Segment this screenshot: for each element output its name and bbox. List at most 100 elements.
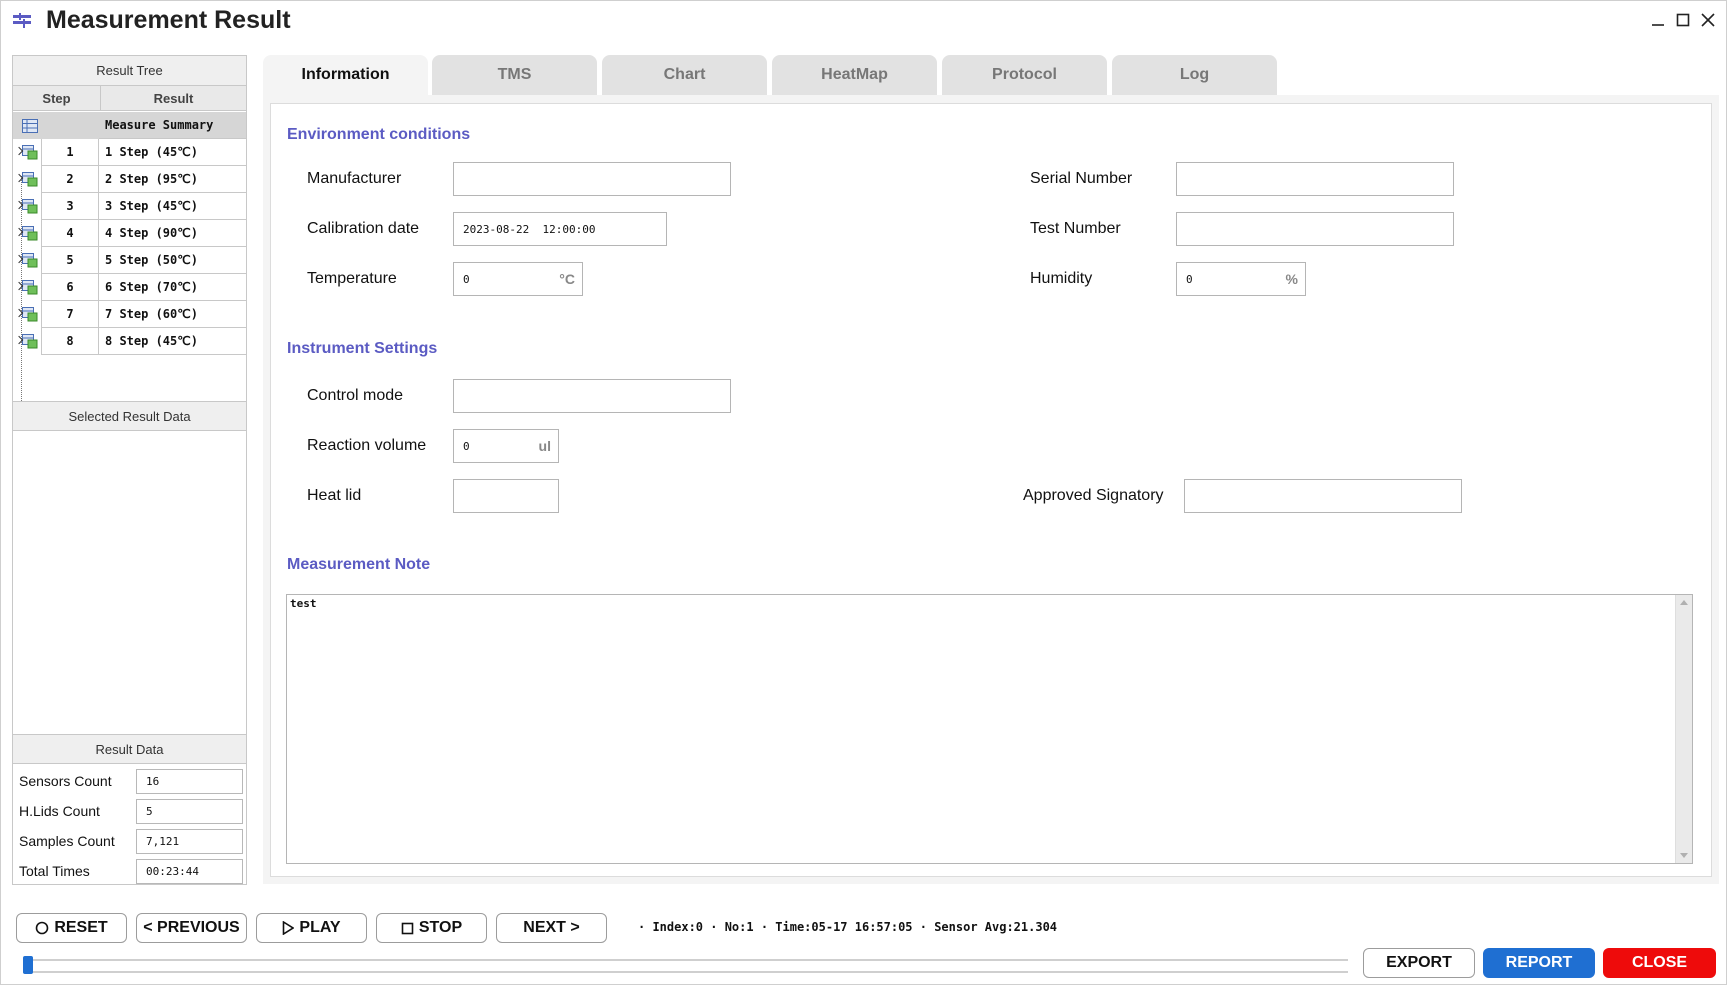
play-icon xyxy=(283,921,295,935)
step-result-icon xyxy=(19,328,41,355)
reaction-volume-label: Reaction volume xyxy=(307,437,427,454)
tab-content: Environment conditions Manufacturer Seri… xyxy=(263,95,1719,884)
tree-row[interactable]: 66 Step (70℃) xyxy=(13,274,246,301)
test-number-field[interactable] xyxy=(1176,212,1454,246)
samples-count-row: Samples Count 7,121 xyxy=(13,826,246,856)
step-column-header[interactable]: Step xyxy=(13,86,101,110)
humidity-field[interactable]: 0 % xyxy=(1176,262,1306,296)
playback-status: · Index:0 · No:1 · Time:05-17 16:57:05 ·… xyxy=(638,920,1058,934)
tab-log[interactable]: Log xyxy=(1112,55,1277,95)
approved-signatory-field[interactable] xyxy=(1184,479,1462,513)
previous-label: < PREVIOUS xyxy=(143,919,240,936)
expand-chevron-icon[interactable] xyxy=(13,274,24,301)
summary-label: Measure Summary xyxy=(99,112,246,139)
playback-slider[interactable] xyxy=(23,956,1348,974)
window-close-button[interactable] xyxy=(1697,9,1719,31)
tab-chart[interactable]: Chart xyxy=(602,55,767,95)
step-result-icon xyxy=(19,193,41,220)
selected-result-area xyxy=(13,431,246,706)
sensors-count-label: Sensors Count xyxy=(19,773,112,789)
step-result-icon xyxy=(19,139,41,166)
next-button[interactable]: NEXT > xyxy=(496,913,607,943)
calibration-date-field[interactable]: 2023-08-22 12:00:00 xyxy=(453,212,667,246)
calibration-date-label: Calibration date xyxy=(307,220,420,237)
tree-row[interactable]: 33 Step (45℃) xyxy=(13,193,246,220)
tree-row[interactable]: 22 Step (95℃) xyxy=(13,166,246,193)
tab-tms[interactable]: TMS xyxy=(432,55,597,95)
stop-button[interactable]: STOP xyxy=(376,913,487,943)
tree-row-result: 5 Step (50℃) xyxy=(99,247,246,274)
tab-heatmap[interactable]: HeatMap xyxy=(772,55,937,95)
play-button[interactable]: PLAY xyxy=(256,913,367,943)
report-button[interactable]: REPORT xyxy=(1483,948,1595,978)
export-button[interactable]: EXPORT xyxy=(1363,948,1475,978)
tree-row-summary[interactable]: Measure Summary xyxy=(13,112,246,139)
control-mode-field[interactable] xyxy=(453,379,731,413)
minimize-button[interactable] xyxy=(1647,9,1669,31)
heat-lid-label: Heat lid xyxy=(307,487,362,504)
humidity-value: 0 xyxy=(1186,272,1193,286)
tree-column-header: Step Result xyxy=(13,86,246,111)
slider-track-top xyxy=(23,959,1348,961)
hlids-count-row: H.Lids Count 5 xyxy=(13,796,246,826)
hlids-count-value: 5 xyxy=(136,798,243,824)
scroll-up-icon[interactable] xyxy=(1680,600,1688,605)
hlids-count-label: H.Lids Count xyxy=(19,803,100,819)
manufacturer-label: Manufacturer xyxy=(307,170,402,187)
information-panel: Environment conditions Manufacturer Seri… xyxy=(270,103,1712,877)
slider-thumb[interactable] xyxy=(23,956,33,974)
expand-chevron-icon[interactable] xyxy=(13,139,24,166)
tree-row-result: 4 Step (90℃) xyxy=(99,220,246,247)
reaction-volume-value: 0 xyxy=(463,439,470,453)
reaction-volume-unit: ul xyxy=(538,438,551,454)
left-panel: Result Tree Step Result Measure Summary … xyxy=(12,55,247,885)
samples-count-label: Samples Count xyxy=(19,833,115,849)
total-times-label: Total Times xyxy=(19,863,90,879)
step-result-icon xyxy=(19,301,41,328)
manufacturer-field[interactable] xyxy=(453,162,731,196)
step-result-icon xyxy=(19,220,41,247)
expand-chevron-icon[interactable] xyxy=(13,220,24,247)
close-icon xyxy=(1701,13,1715,27)
previous-button[interactable]: < PREVIOUS xyxy=(136,913,247,943)
expand-chevron-icon[interactable] xyxy=(13,247,24,274)
step-result-icon xyxy=(19,166,41,193)
expand-chevron-icon[interactable] xyxy=(13,328,24,355)
reaction-volume-field[interactable]: 0 ul xyxy=(453,429,559,463)
tree-row-step: 4 xyxy=(41,220,99,247)
tree-row[interactable]: 11 Step (45℃) xyxy=(13,139,246,166)
reset-label: RESET xyxy=(54,919,108,936)
stop-icon xyxy=(401,922,414,934)
expand-chevron-icon[interactable] xyxy=(13,301,24,328)
sensors-count-value: 16 xyxy=(136,768,243,794)
tree-row[interactable]: 44 Step (90℃) xyxy=(13,220,246,247)
maximize-icon xyxy=(1676,13,1690,27)
tree-row[interactable]: 55 Step (50℃) xyxy=(13,247,246,274)
minimize-icon xyxy=(1652,24,1664,26)
serial-number-field[interactable] xyxy=(1176,162,1454,196)
note-scrollbar[interactable] xyxy=(1675,595,1692,863)
control-mode-label: Control mode xyxy=(307,387,404,404)
selected-result-header: Selected Result Data xyxy=(13,401,246,431)
expand-chevron-icon[interactable] xyxy=(13,166,24,193)
tab-information[interactable]: Information xyxy=(263,55,428,95)
measurement-note-textarea[interactable]: test xyxy=(286,594,1693,864)
tree-row[interactable]: 88 Step (45℃) xyxy=(13,328,246,355)
maximize-button[interactable] xyxy=(1672,9,1694,31)
temperature-label: Temperature xyxy=(307,270,397,287)
heat-lid-field[interactable] xyxy=(453,479,559,513)
humidity-unit: % xyxy=(1285,271,1298,287)
result-column-header[interactable]: Result xyxy=(101,86,246,110)
tab-protocol[interactable]: Protocol xyxy=(942,55,1107,95)
expand-chevron-icon[interactable] xyxy=(13,193,24,220)
temperature-field[interactable]: 0 °C xyxy=(453,262,583,296)
scroll-down-icon[interactable] xyxy=(1680,853,1688,858)
window-title: Measurement Result xyxy=(46,6,291,34)
close-button[interactable]: CLOSE xyxy=(1603,948,1716,978)
reset-button[interactable]: RESET xyxy=(16,913,127,943)
samples-count-value: 7,121 xyxy=(136,828,243,854)
instrument-section-title: Instrument Settings xyxy=(287,340,438,357)
tree-row-step: 5 xyxy=(41,247,99,274)
tree-row[interactable]: 77 Step (60℃) xyxy=(13,301,246,328)
serial-number-label: Serial Number xyxy=(1030,170,1133,187)
